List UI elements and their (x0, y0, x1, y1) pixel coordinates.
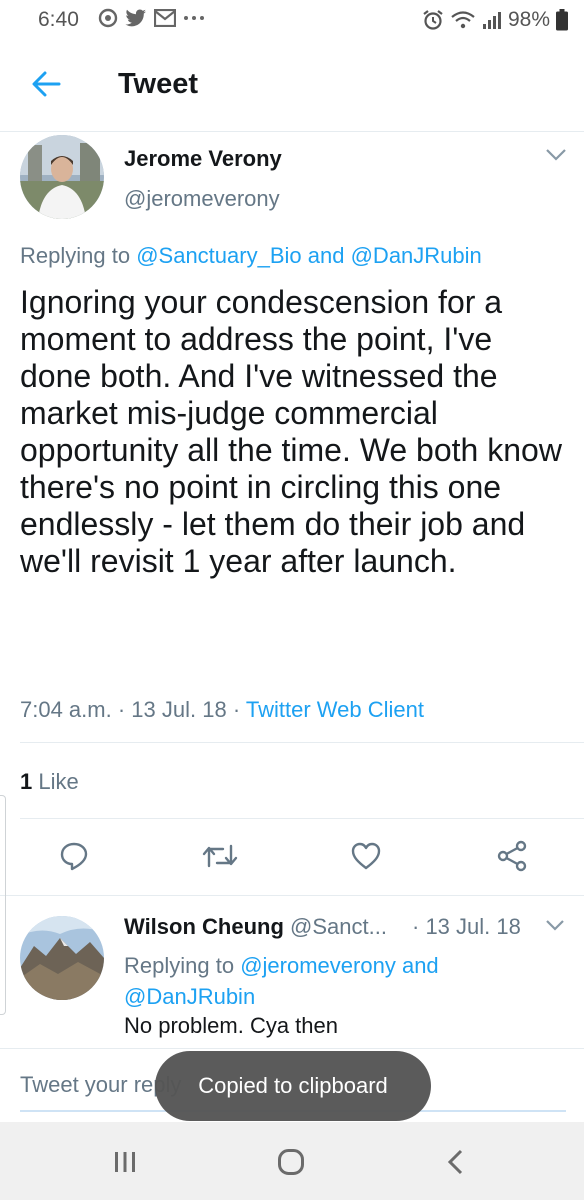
author-handle[interactable]: @jeromeverony (124, 186, 280, 212)
reply-button[interactable] (50, 828, 98, 884)
mention-link[interactable]: @DanJRubin (351, 243, 482, 268)
recent-apps-button[interactable] (100, 1144, 150, 1180)
system-nav-bar (0, 1122, 584, 1200)
section-divider (0, 1048, 584, 1049)
reply-author-avatar[interactable] (20, 916, 104, 1000)
back-nav-button[interactable] (430, 1144, 480, 1180)
sync-icon (98, 8, 118, 28)
heart-icon (351, 842, 381, 870)
replying-to: Replying to @Sanctuary_Bio and @DanJRubi… (20, 243, 482, 269)
tweet-meta: 7:04 a.m. · 13 Jul. 18 · Twitter Web Cli… (20, 697, 424, 723)
reply-header: Wilson Cheung @Sanct... (124, 914, 387, 940)
battery-icon (556, 9, 568, 31)
reply-text: No problem. Cya then (124, 1013, 338, 1038)
gmail-icon (154, 9, 176, 27)
chevron-down-icon (546, 920, 564, 931)
back-arrow-icon (32, 71, 61, 97)
tweet-text: Ignoring your condescension for a moment… (20, 284, 562, 579)
chevron-down-icon (546, 149, 566, 161)
home-button[interactable] (266, 1144, 316, 1180)
page-title: Tweet (118, 68, 199, 100)
reply-replying-to: Replying to @jeromeverony and @DanJRubin (124, 950, 564, 1012)
top-app-bar: Tweet (0, 40, 584, 132)
replying-and: and (307, 243, 345, 268)
retweet-icon (202, 844, 238, 868)
author-name[interactable]: Jerome Verony (124, 146, 282, 172)
reply-icon (60, 842, 88, 871)
toast-notification: Copied to clipboard (155, 1051, 431, 1121)
tweet-options-button[interactable] (545, 148, 567, 167)
replying-prefix: Replying to (124, 953, 235, 978)
like-count: 1 (20, 769, 33, 794)
notification-icons (98, 8, 205, 28)
reply-author-handle[interactable]: @Sanct... (290, 914, 387, 939)
battery-percent: 98% (507, 8, 550, 31)
mention-link[interactable]: @Sanctuary_Bio (136, 243, 301, 268)
like-label: Like (38, 769, 79, 794)
signal-icon (482, 10, 502, 30)
back-button[interactable] (26, 64, 66, 104)
replying-prefix: Replying to (20, 243, 131, 268)
divider (20, 818, 584, 819)
share-button[interactable] (488, 828, 536, 884)
tweet-client-link[interactable]: Twitter Web Client (246, 697, 424, 722)
reply-author-name[interactable]: Wilson Cheung (124, 914, 284, 939)
tweet-date: 13 Jul. 18 (131, 697, 227, 722)
mention-link[interactable]: @DanJRubin (124, 984, 255, 1009)
section-divider (0, 895, 584, 896)
recent-apps-icon (115, 1152, 135, 1172)
meta-separator: · (232, 697, 241, 722)
meta-separator: · (117, 697, 126, 722)
divider (20, 742, 584, 743)
reply-date: · 13 Jul. 18 (412, 914, 521, 939)
wifi-icon (450, 10, 476, 30)
system-icons: 98% (422, 8, 568, 32)
home-icon (278, 1149, 304, 1175)
retweet-button[interactable] (196, 828, 244, 884)
replying-and: and (401, 953, 439, 978)
twitter-icon (125, 9, 147, 27)
tweet-time: 7:04 a.m. (20, 697, 112, 722)
alarm-icon (422, 9, 444, 31)
more-dots-icon (183, 15, 205, 21)
share-icon (497, 840, 527, 872)
status-time: 6:40 (38, 8, 79, 31)
likes-count-link[interactable]: 1 Like (20, 769, 79, 795)
back-chevron-icon (447, 1149, 463, 1175)
mention-link[interactable]: @jeromeverony (240, 953, 396, 978)
reply-options-button[interactable] (545, 918, 565, 936)
edge-panel-handle[interactable] (0, 795, 6, 1015)
like-button[interactable] (342, 828, 390, 884)
author-avatar[interactable] (20, 135, 104, 219)
status-bar: 6:40 98% (0, 0, 584, 40)
tweet-actions (0, 828, 584, 888)
